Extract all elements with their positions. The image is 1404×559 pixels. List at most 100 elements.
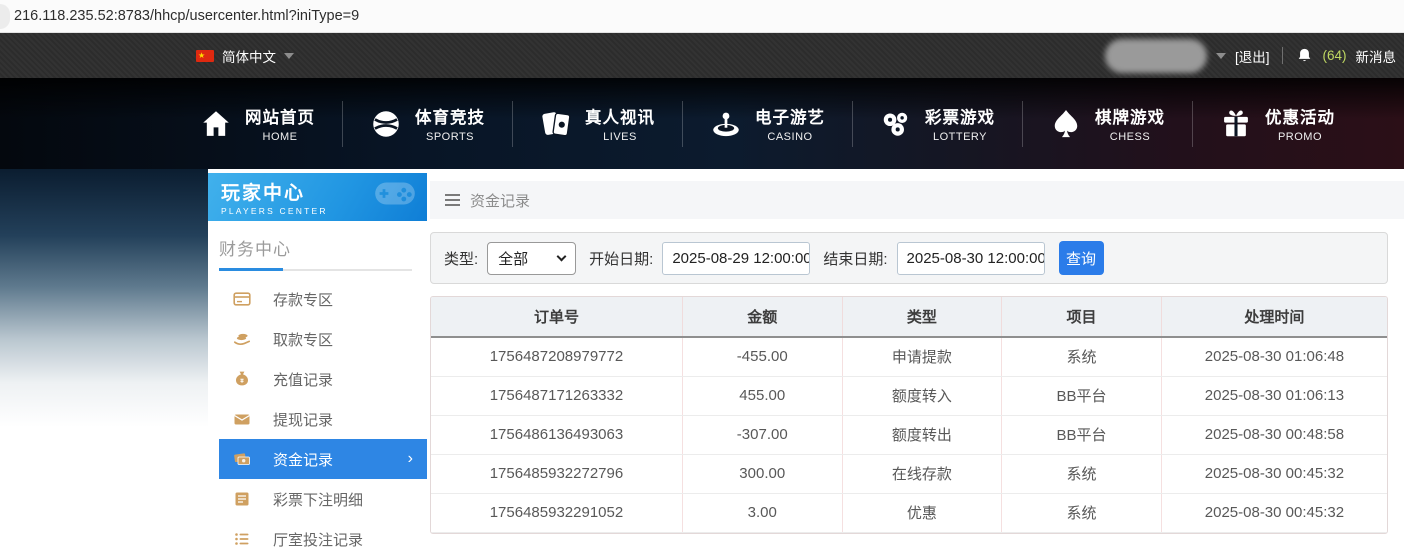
- column-header: 类型: [842, 297, 1002, 337]
- nav-item[interactable]: 真人视讯 LIVES: [512, 104, 682, 143]
- logout-link[interactable]: [退出]: [1235, 46, 1270, 66]
- project-cell: 系统: [1002, 454, 1162, 493]
- bell-icon[interactable]: [1296, 46, 1313, 65]
- nav-item-label: 电子游艺: [755, 104, 825, 128]
- records-table: 订单号金额类型项目处理时间 1756487208979772-455.00申请提…: [430, 296, 1388, 534]
- language-selector[interactable]: ★ 简体中文: [196, 46, 294, 66]
- order-id-cell: 1756485932291052: [431, 493, 682, 532]
- type-cell: 额度转入: [842, 376, 1002, 415]
- project-cell: BB平台: [1002, 415, 1162, 454]
- nav-item-sublabel: PROMO: [1278, 131, 1322, 143]
- order-id-cell: 1756486136493063: [431, 415, 682, 454]
- language-label: 简体中文: [222, 46, 276, 66]
- type-select-value: 全部: [498, 248, 528, 269]
- url-text[interactable]: 216.118.235.52:8783/hhcp/usercenter.html…: [14, 8, 359, 24]
- nav-item[interactable]: 体育竞技 SPORTS: [342, 104, 512, 143]
- end-date-label: 结束日期:: [823, 248, 887, 269]
- table-row: 1756485932272796300.00在线存款系统2025-08-30 0…: [431, 454, 1387, 493]
- new-message-label[interactable]: 新消息: [1356, 46, 1397, 66]
- main-nav: 网站首页 HOME 体育竞技 SPORTS 真人视讯 LIVES 电子游艺 CA…: [0, 78, 1404, 169]
- nav-item-sublabel: CASINO: [767, 131, 812, 143]
- menu-icon[interactable]: [445, 194, 460, 206]
- account-bar: ★ 简体中文 [退出] (64) 新消息: [0, 33, 1404, 78]
- sidebar-item[interactable]: 取款专区 ›: [219, 319, 427, 359]
- nav-item-sublabel: LOTTERY: [933, 131, 987, 143]
- chevron-down-icon: [1216, 53, 1226, 59]
- table-row: 1756487208979772-455.00申请提款系统2025-08-30 …: [431, 337, 1387, 376]
- column-header: 处理时间: [1161, 297, 1387, 337]
- china-flag-icon: ★: [196, 50, 214, 62]
- roulette-icon: [709, 107, 743, 141]
- nav-item[interactable]: 网站首页 HOME: [172, 104, 342, 143]
- home-icon: [199, 107, 233, 141]
- nav-item-label: 体育竞技: [415, 104, 485, 128]
- sidebar-item[interactable]: 提现记录 ›: [219, 399, 427, 439]
- list-icon: [232, 529, 252, 549]
- nav-item[interactable]: 电子游艺 CASINO: [682, 104, 852, 143]
- project-cell: BB平台: [1002, 376, 1162, 415]
- message-count[interactable]: (64): [1322, 48, 1346, 63]
- main-content: 资金记录 类型: 全部 开始日期: 结束日期: 查询 订单号金额类型项目处理时间…: [430, 169, 1404, 538]
- nav-item-label: 彩票游戏: [925, 104, 995, 128]
- table-row: 1756487171263332455.00额度转入BB平台2025-08-30…: [431, 376, 1387, 415]
- column-header: 订单号: [431, 297, 682, 337]
- sidebar-item-label: 彩票下注明细: [273, 489, 363, 510]
- browser-chrome-fragment: [0, 4, 10, 29]
- sports-ball-icon: [369, 107, 403, 141]
- start-date-label: 开始日期:: [589, 248, 653, 269]
- amount-cell: -455.00: [682, 337, 842, 376]
- nav-item[interactable]: 彩票游戏 LOTTERY: [852, 104, 1022, 143]
- project-cell: 系统: [1002, 337, 1162, 376]
- type-cell: 在线存款: [842, 454, 1002, 493]
- sidebar-item[interactable]: 资金记录 ›: [219, 439, 427, 479]
- amount-cell: -307.00: [682, 415, 842, 454]
- nav-item-label: 棋牌游戏: [1095, 104, 1165, 128]
- username-blurred[interactable]: [1105, 39, 1207, 73]
- search-button[interactable]: 查询: [1059, 241, 1104, 275]
- type-select[interactable]: 全部: [487, 242, 576, 275]
- table-row: 17564859322910523.00优惠系统2025-08-30 00:45…: [431, 493, 1387, 532]
- nav-item[interactable]: 棋牌游戏 CHESS: [1022, 104, 1192, 143]
- order-id-cell: 1756487171263332: [431, 376, 682, 415]
- nav-item-sublabel: HOME: [263, 131, 298, 143]
- project-cell: 系统: [1002, 493, 1162, 532]
- cards-icon: [539, 107, 573, 141]
- sidebar-item-label: 取款专区: [273, 329, 333, 350]
- sidebar-item[interactable]: 彩票下注明细 ›: [219, 479, 427, 519]
- sidebar-item-label: 厅室投注记录: [273, 529, 363, 550]
- chevron-right-icon: ›: [408, 451, 413, 467]
- type-cell: 额度转出: [842, 415, 1002, 454]
- nav-item-sublabel: LIVES: [603, 131, 637, 143]
- content-area: 玩家中心 PLAYERS CENTER 财务中心 存款专区 › 取款专区 › 充…: [0, 169, 1404, 538]
- browser-url-bar: 216.118.235.52:8783/hhcp/usercenter.html…: [0, 0, 1404, 33]
- hand-cash-icon: [232, 329, 252, 349]
- sidebar-item[interactable]: 存款专区 ›: [219, 279, 427, 319]
- table-header-row: 订单号金额类型项目处理时间: [431, 297, 1387, 337]
- column-header: 金额: [682, 297, 842, 337]
- end-date-input[interactable]: [897, 242, 1045, 275]
- order-id-cell: 1756487208979772: [431, 337, 682, 376]
- time-cell: 2025-08-30 00:48:58: [1161, 415, 1387, 454]
- page-header: 资金记录: [430, 181, 1404, 219]
- nav-item-label: 优惠活动: [1265, 104, 1335, 128]
- envelope-cash-icon: [232, 409, 252, 429]
- nav-item-label: 网站首页: [245, 104, 315, 128]
- start-date-input[interactable]: [662, 242, 810, 275]
- filter-panel: 类型: 全部 开始日期: 结束日期: 查询: [430, 232, 1388, 284]
- spade-icon: [1049, 107, 1083, 141]
- column-header: 项目: [1002, 297, 1162, 337]
- sidebar-item-label: 资金记录: [273, 449, 333, 470]
- time-cell: 2025-08-30 01:06:13: [1161, 376, 1387, 415]
- nav-item[interactable]: 优惠活动 PROMO: [1192, 104, 1362, 143]
- nav-item-sublabel: CHESS: [1110, 131, 1150, 143]
- gamepad-icon: [373, 178, 417, 209]
- sidebar-item[interactable]: 厅室投注记录 ›: [219, 519, 427, 559]
- sidebar-item-label: 提现记录: [273, 409, 333, 430]
- amount-cell: 3.00: [682, 493, 842, 532]
- sidebar-item[interactable]: 充值记录 ›: [219, 359, 427, 399]
- page-title: 资金记录: [470, 190, 530, 211]
- players-center-header: 玩家中心 PLAYERS CENTER: [208, 173, 427, 221]
- sidebar-item-label: 存款专区: [273, 289, 333, 310]
- sidebar-item-label: 充值记录: [273, 369, 333, 390]
- table-row: 1756486136493063-307.00额度转出BB平台2025-08-3…: [431, 415, 1387, 454]
